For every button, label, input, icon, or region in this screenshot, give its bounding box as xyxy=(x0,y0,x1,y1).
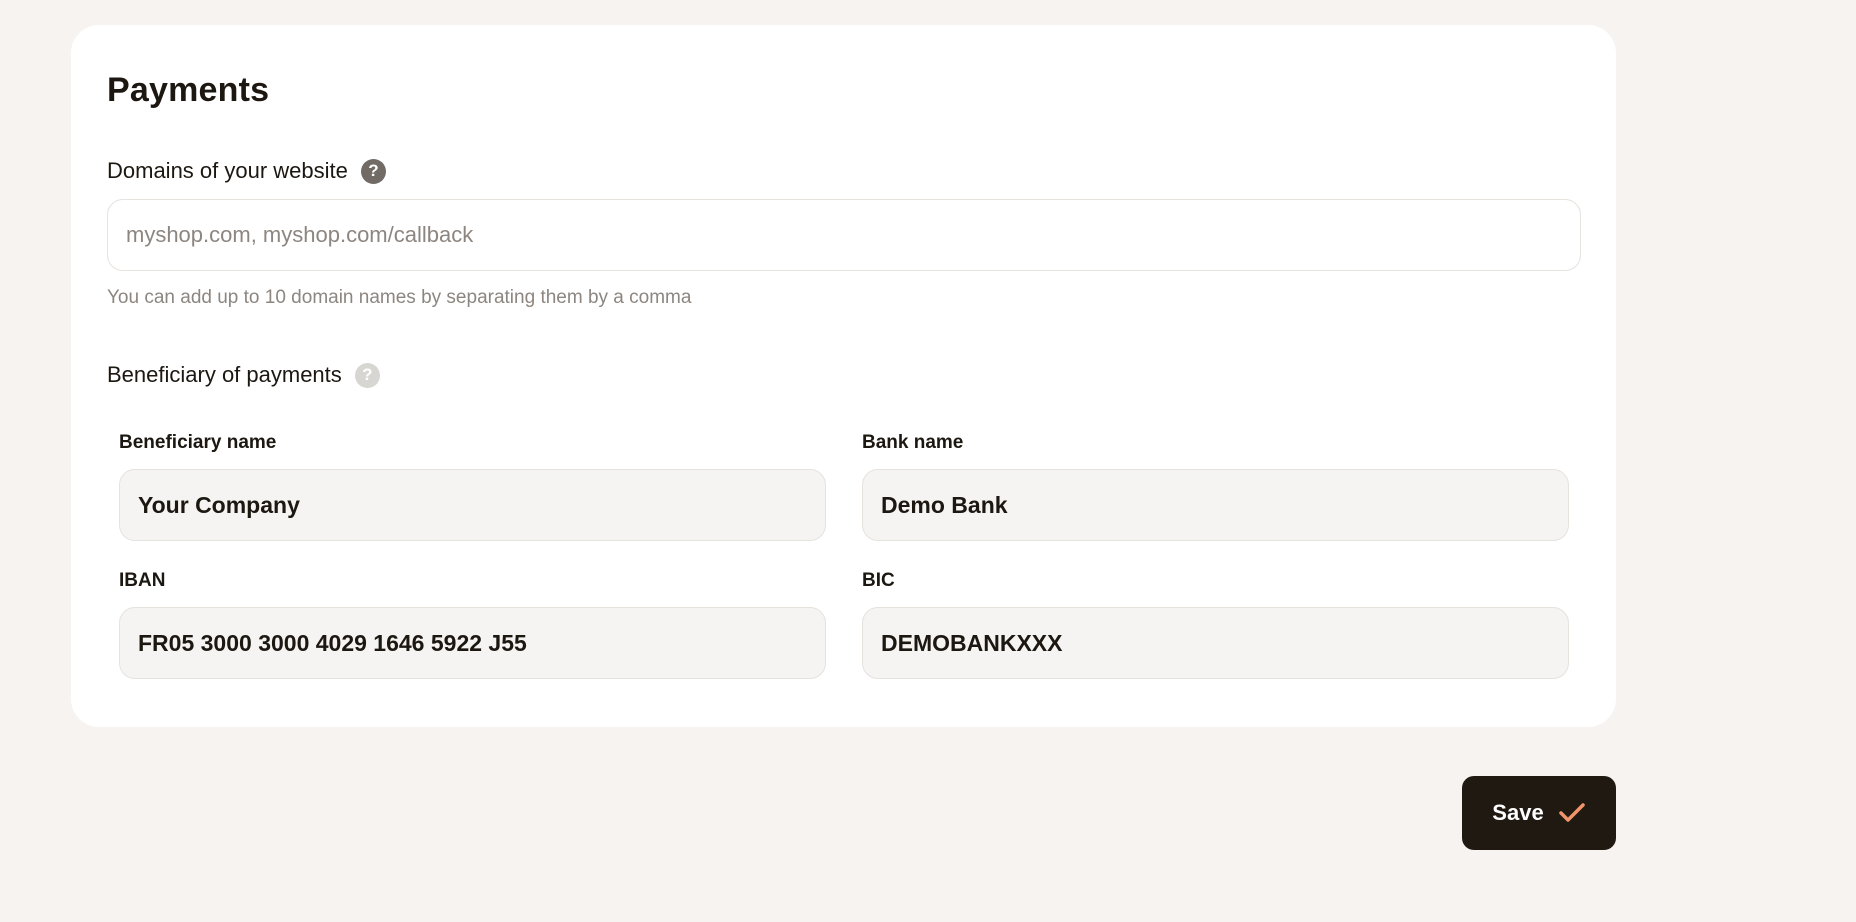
beneficiary-name-label: Beneficiary name xyxy=(119,432,277,453)
domains-label-row: Domains of your website ? xyxy=(107,158,386,184)
check-icon xyxy=(1558,803,1585,822)
bic-field: BIC xyxy=(862,567,1569,679)
beneficiary-name-field: Beneficiary name xyxy=(119,429,826,541)
domains-hint: You can add up to 10 domain names by sep… xyxy=(107,287,692,308)
bank-name-label: Bank name xyxy=(862,432,964,453)
page-title: Payments xyxy=(107,71,270,109)
save-button-label: Save xyxy=(1492,800,1544,825)
iban-label: IBAN xyxy=(119,570,166,591)
domains-help-icon[interactable]: ? xyxy=(360,158,386,184)
beneficiary-label: Beneficiary of payments xyxy=(107,362,342,387)
bank-name-field: Bank name xyxy=(862,429,1569,541)
iban-input[interactable] xyxy=(119,607,826,679)
domains-input[interactable] xyxy=(107,199,1581,271)
beneficiary-help-icon[interactable]: ? xyxy=(354,362,380,388)
beneficiary-label-row: Beneficiary of payments ? xyxy=(107,362,380,388)
bank-name-input[interactable] xyxy=(862,469,1569,541)
bic-label: BIC xyxy=(862,570,895,591)
bic-input[interactable] xyxy=(862,607,1569,679)
beneficiary-name-input[interactable] xyxy=(119,469,826,541)
payments-card: Payments Domains of your website ? You c… xyxy=(71,25,1616,727)
save-button[interactable]: Save xyxy=(1462,776,1616,850)
domains-label: Domains of your website xyxy=(107,158,348,183)
iban-field: IBAN xyxy=(119,567,826,679)
